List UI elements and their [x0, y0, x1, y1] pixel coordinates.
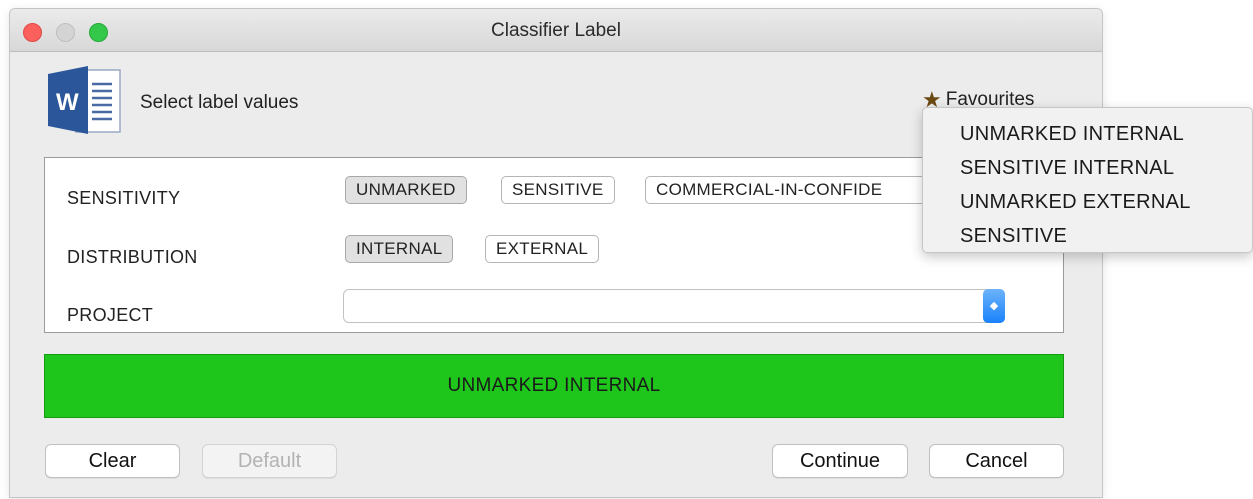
sensitivity-option-sensitive[interactable]: SENSITIVE: [501, 176, 615, 204]
sensitivity-label: SENSITIVITY: [67, 188, 181, 208]
distribution-option-external[interactable]: EXTERNAL: [485, 235, 600, 263]
favourite-item-unmarked-external[interactable]: UNMARKED EXTERNAL: [923, 185, 1252, 219]
project-label: PROJECT: [67, 305, 154, 325]
word-icon: W: [48, 66, 121, 134]
label-values-panel: SENSITIVITY UNMARKED SENSITIVE COMMERCIA…: [44, 157, 1064, 333]
favourites-menu: UNMARKED INTERNAL SENSITIVE INTERNAL UNM…: [922, 107, 1253, 253]
cancel-button[interactable]: Cancel: [929, 444, 1064, 478]
default-button[interactable]: Default: [202, 444, 337, 478]
select-label-values-text: Select label values: [140, 92, 299, 113]
favourite-item-sensitive-internal[interactable]: SENSITIVE INTERNAL: [923, 151, 1252, 185]
clear-button[interactable]: Clear: [45, 444, 180, 478]
title-bar: Classifier Label: [10, 9, 1102, 52]
sensitivity-option-commercial-in-confidence[interactable]: COMMERCIAL-IN-CONFIDE: [645, 176, 945, 204]
distribution-label: DISTRIBUTION: [67, 247, 198, 267]
distribution-option-internal[interactable]: INTERNAL: [345, 235, 454, 263]
project-select[interactable]: ◆: [343, 289, 1005, 323]
window-title: Classifier Label: [491, 20, 621, 41]
favourite-item-sensitive[interactable]: SENSITIVE: [923, 219, 1252, 253]
continue-button[interactable]: Continue: [772, 444, 908, 478]
classifier-label-window: Classifier Label W Select label values ★…: [9, 8, 1103, 498]
sensitivity-option-unmarked[interactable]: UNMARKED: [345, 176, 467, 204]
classification-banner: UNMARKED INTERNAL: [44, 354, 1064, 418]
chevron-up-down-icon[interactable]: ◆: [983, 289, 1005, 323]
favourite-item-unmarked-internal[interactable]: UNMARKED INTERNAL: [923, 117, 1252, 151]
svg-text:W: W: [56, 89, 79, 116]
